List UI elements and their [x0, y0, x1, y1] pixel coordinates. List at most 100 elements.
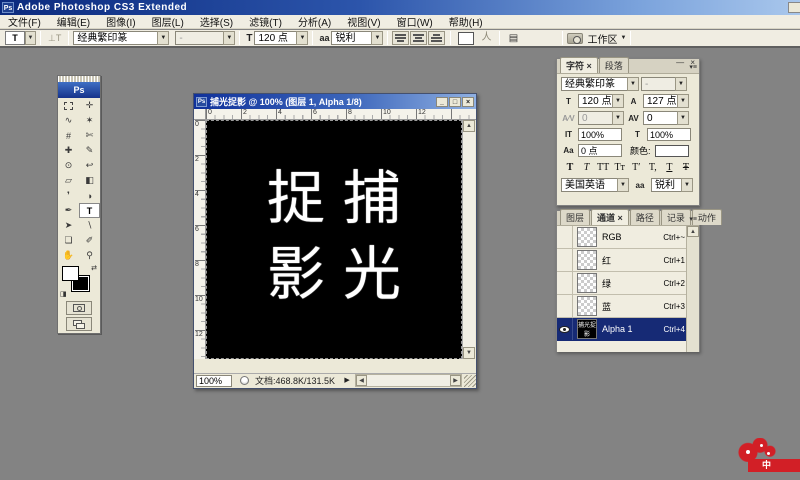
menu-analysis[interactable]: 分析(A) [290, 14, 339, 29]
tab-close-icon[interactable]: × [587, 61, 592, 71]
scroll-left-icon[interactable]: ◀ [356, 375, 367, 386]
cp-font-size-select[interactable]: 120 点 ▼ [578, 94, 624, 108]
minimize-icon[interactable]: _ [436, 97, 448, 107]
scroll-up-icon[interactable]: ▲ [687, 226, 699, 237]
swap-colors-icon[interactable]: ⇄ [91, 264, 97, 272]
ruler-origin[interactable] [194, 109, 206, 120]
toggle-palettes-icon[interactable]: ▤ [504, 31, 522, 45]
menu-edit[interactable]: 编辑(E) [49, 14, 98, 29]
history-brush-tool-icon[interactable]: ↩ [79, 158, 100, 173]
visibility-toggle[interactable] [557, 272, 573, 294]
channel-row-rgb[interactable]: RGB Ctrl+~ [557, 226, 699, 249]
vertical-scrollbar[interactable]: ▲ ▼ [462, 120, 475, 359]
tab-history[interactable]: 记录 [661, 209, 691, 225]
align-bottom-button[interactable] [428, 31, 445, 45]
cp-kerning-select[interactable]: 0 ▼ [578, 111, 624, 125]
text-color-swatch[interactable] [458, 32, 474, 45]
visibility-toggle[interactable] [557, 249, 573, 271]
font-family-select[interactable]: 经典繁印篆 ▼ [73, 31, 169, 45]
canvas[interactable]: 捉 捕 影 光 [206, 120, 462, 359]
cp-horizontal-scale-field[interactable]: 100% [647, 128, 691, 141]
panel-flyout-icon[interactable]: ▾≡ [689, 63, 697, 71]
panel-scrollbar[interactable]: ▲ [686, 226, 699, 352]
chevron-down-icon[interactable]: ▼ [677, 111, 689, 125]
cp-text-color-swatch[interactable] [655, 145, 689, 157]
tool-preset-picker[interactable]: T ▼ [5, 31, 36, 45]
hand-tool-icon[interactable]: ✋ [58, 248, 79, 263]
strikethrough-button[interactable]: Ŧ [679, 162, 693, 173]
menu-filter[interactable]: 滤镜(T) [241, 14, 290, 29]
tab-character[interactable]: 字符 × [560, 57, 598, 73]
font-size-select[interactable]: 120 点 ▼ [254, 31, 308, 45]
chevron-down-icon[interactable]: ▼ [296, 31, 308, 45]
visibility-toggle[interactable] [557, 226, 573, 248]
rectangular-marquee-tool-icon[interactable] [58, 98, 79, 113]
menu-view[interactable]: 视图(V) [339, 14, 388, 29]
menu-layer[interactable]: 图层(L) [144, 14, 192, 29]
notes-tool-icon[interactable]: ❏ [58, 233, 79, 248]
underline-button[interactable]: T [662, 162, 676, 173]
scroll-down-icon[interactable]: ▼ [463, 347, 475, 359]
window-control-button[interactable] [788, 2, 800, 13]
foreground-color-swatch[interactable] [62, 266, 79, 281]
channel-row-red[interactable]: 红 Ctrl+1 [557, 249, 699, 272]
status-menu-arrow-icon[interactable]: ▶ [341, 375, 353, 387]
zoom-tool-icon[interactable]: ⚲ [79, 248, 100, 263]
cp-font-style-select[interactable]: - ▼ [641, 77, 687, 91]
chevron-down-icon[interactable]: ▼ [675, 77, 687, 91]
default-colors-icon[interactable]: ◨ [60, 290, 67, 298]
quick-mask-button[interactable] [66, 301, 92, 315]
visibility-toggle[interactable] [557, 318, 573, 340]
subscript-button[interactable]: T, [646, 162, 660, 173]
chevron-down-icon[interactable]: ▼ [617, 178, 629, 192]
align-top-button[interactable] [392, 31, 409, 45]
chevron-down-icon[interactable]: ▼ [627, 77, 639, 91]
path-selection-tool-icon[interactable]: ➤ [58, 218, 79, 233]
menu-window[interactable]: 窗口(W) [389, 14, 441, 29]
font-style-select[interactable]: - ▼ [175, 31, 235, 45]
faux-italic-button[interactable]: T [580, 162, 594, 173]
chevron-down-icon[interactable]: ▼ [157, 31, 169, 45]
eyedropper-tool-icon[interactable]: ✐ [79, 233, 100, 248]
cp-vertical-scale-field[interactable]: 100% [578, 128, 622, 141]
superscript-button[interactable]: T′ [629, 162, 643, 173]
tab-channels[interactable]: 通道 × [591, 209, 629, 225]
brush-tool-icon[interactable]: ✎ [79, 143, 100, 158]
horizontal-scrollbar[interactable]: ◀ ▶ [355, 374, 462, 387]
chevron-down-icon[interactable]: ▼ [223, 31, 235, 45]
chevron-down-icon[interactable]: ▼ [371, 31, 383, 45]
cp-anti-alias-select[interactable]: 锐利 ▼ [651, 178, 693, 192]
close-icon[interactable]: × [462, 97, 474, 107]
menu-select[interactable]: 选择(S) [192, 14, 241, 29]
cp-baseline-field[interactable]: 0 点 [578, 144, 622, 157]
tab-paragraph[interactable]: 段落 [599, 57, 629, 73]
channel-row-green[interactable]: 绿 Ctrl+2 [557, 272, 699, 295]
faux-bold-button[interactable]: T [563, 162, 577, 173]
maximize-icon[interactable]: □ [449, 97, 461, 107]
cp-tracking-select[interactable]: 0 ▼ [643, 111, 689, 125]
move-tool-icon[interactable]: ✛ [79, 98, 100, 113]
gradient-tool-icon[interactable]: ◧ [79, 173, 100, 188]
tool-preset-dropdown-icon[interactable]: ▼ [25, 31, 36, 45]
eraser-tool-icon[interactable]: ▱ [58, 173, 79, 188]
document-titlebar[interactable]: Ps 捕光捉影 @ 100% (图层 1, Alpha 1/8) _ □ × [194, 94, 476, 109]
zoom-level-field[interactable]: 100% [196, 375, 232, 387]
all-caps-button[interactable]: TT [596, 162, 610, 173]
chevron-down-icon[interactable]: ▼ [677, 94, 689, 108]
align-center-button[interactable] [410, 31, 427, 45]
chevron-down-icon[interactable]: ▼ [681, 178, 693, 192]
channel-row-blue[interactable]: 蓝 Ctrl+3 [557, 295, 699, 318]
cp-font-family-select[interactable]: 经典繁印篆 ▼ [561, 77, 639, 91]
vertical-ruler[interactable]: 0 2 4 6 8 10 12 [194, 120, 206, 359]
menu-help[interactable]: 帮助(H) [441, 14, 491, 29]
chevron-down-icon[interactable]: ▼ [612, 94, 624, 108]
menu-image[interactable]: 图像(I) [98, 14, 143, 29]
workspace-menu[interactable]: 工作区 ▼ [587, 31, 626, 46]
tab-close-icon[interactable]: × [618, 213, 623, 223]
dodge-tool-icon[interactable]: ◑ [79, 188, 100, 203]
line-shape-tool-icon[interactable]: ∖ [79, 218, 100, 233]
panel-flyout-icon[interactable]: ▾≡ [689, 215, 697, 223]
channel-row-alpha1[interactable]: 捕光捉影 Alpha 1 Ctrl+4 [557, 318, 699, 341]
tab-paths[interactable]: 路径 [630, 209, 660, 225]
window-resize-grip[interactable] [464, 375, 476, 387]
